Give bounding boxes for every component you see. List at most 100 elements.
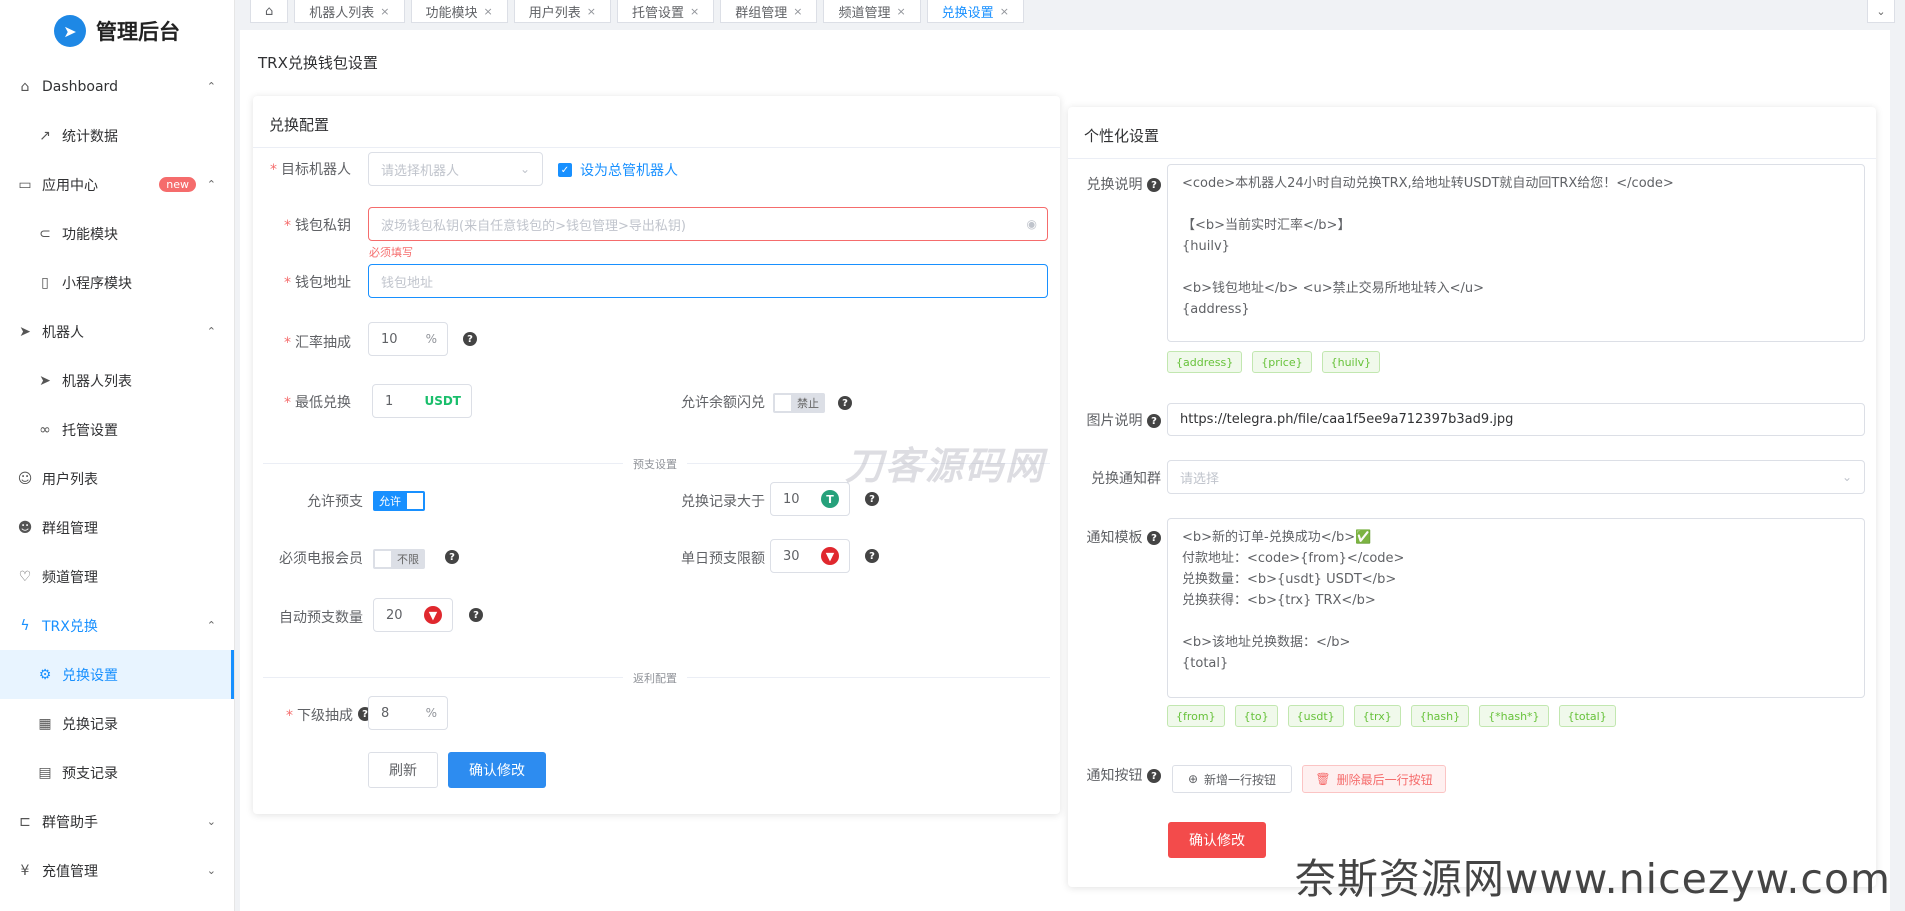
sub-rate-label: * 下级抽成 [286, 708, 353, 724]
rate-label: * 汇率抽成 [284, 335, 351, 351]
wallet-key-input[interactable]: 波场钱包私钥(来自任意钱包的>钱包管理>导出私钥) ◉ [368, 207, 1048, 241]
allow-advance-label: 允许预支 [307, 494, 363, 510]
help-icon[interactable]: ? [1147, 531, 1161, 545]
sidebar-item-hosting[interactable]: ∞ 托管设置 [0, 405, 234, 454]
sidebar-item-app-center[interactable]: ▭ 应用中心 new ⌃ [0, 160, 234, 209]
advance-divider-text: 预支设置 [623, 456, 687, 472]
sidebar-item-robot-list[interactable]: ➤ 机器人列表 [0, 356, 234, 405]
daily-limit-input[interactable]: 30 ▼ [770, 539, 850, 573]
trx-icon: ▼ [821, 547, 839, 565]
tag-to[interactable]: {to} [1234, 705, 1278, 727]
set-master-checkbox[interactable]: ✓ 设为总管机器人 [558, 160, 678, 180]
tab-users[interactable]: 用户列表 × [513, 0, 611, 23]
tag-total[interactable]: {total} [1558, 705, 1616, 727]
close-icon[interactable]: × [896, 5, 905, 18]
flash-exchange-label: 允许余额闪兑 [681, 395, 765, 411]
users-icon: ☻ [17, 519, 33, 536]
home-icon: ⌂ [265, 3, 274, 19]
auto-qty-label: 自动预支数量 [279, 610, 363, 626]
notify-group-select[interactable]: 请选择 ⌄ [1167, 460, 1865, 494]
help-icon[interactable]: ? [1147, 769, 1161, 783]
img-input[interactable]: https://telegra.ph/file/caa1f5ee9a712397… [1167, 403, 1865, 436]
trash-icon: 🗑 [1315, 772, 1331, 786]
sub-rate-input[interactable]: 8% [368, 696, 448, 730]
help-icon[interactable]: ? [865, 549, 879, 563]
tab-home[interactable]: ⌂ [250, 0, 289, 23]
close-icon[interactable]: × [793, 5, 802, 18]
tag-hash[interactable]: {hash} [1410, 705, 1470, 727]
rate-input[interactable]: 10% [368, 322, 448, 356]
eye-icon[interactable]: ◉ [1027, 217, 1037, 231]
tag-address[interactable]: {address} [1167, 351, 1243, 373]
chevron-down-icon: ⌄ [1841, 470, 1852, 484]
allow-advance-switch[interactable]: 允许 [373, 491, 425, 511]
sidebar-item-groups[interactable]: ☻ 群组管理 [0, 503, 234, 552]
refresh-button[interactable]: 刷新 [368, 752, 438, 788]
tab-feature-module[interactable]: 功能模块 × [410, 0, 508, 23]
tag-from[interactable]: {from} [1167, 705, 1225, 727]
delete-last-row-button[interactable]: 🗑 删除最后一行按钮 [1302, 765, 1446, 793]
doc-icon: ▤ [38, 764, 52, 781]
tag-trx[interactable]: {trx} [1353, 705, 1401, 727]
tag-huilv[interactable]: {huilv} [1321, 351, 1381, 373]
template-textarea[interactable]: <b>新的订单-兑换成功</b>✅ 付款地址：<code>{from}</cod… [1167, 518, 1865, 698]
sidebar-item-feature-module[interactable]: ⊂ 功能模块 [0, 209, 234, 258]
plus-circle-icon: ⊕ [1187, 772, 1199, 786]
sidebar-item-group-assistant[interactable]: ⊏ 群管助手 ⌄ [0, 797, 234, 846]
notify-button-label: 通知按钮 ? [1076, 765, 1161, 785]
target-bot-select[interactable]: 请选择机器人 ⌄ [368, 152, 543, 186]
sidebar-item-stats[interactable]: ↗ 统计数据 [0, 111, 234, 160]
close-icon[interactable]: × [1000, 5, 1009, 18]
tab-exchange-settings[interactable]: 兑换设置 × [926, 0, 1024, 23]
sidebar-item-exchange-settings[interactable]: ⚙ 兑换设置 [0, 650, 234, 699]
sidebar-item-robot[interactable]: ➤ 机器人 ⌃ [0, 307, 234, 356]
sidebar-item-trx-exchange[interactable]: ϟ TRX兑换 ⌃ [0, 601, 234, 650]
confirm-exchange-button[interactable]: 确认修改 [448, 752, 546, 788]
help-icon[interactable]: ? [463, 332, 477, 346]
tabs-dropdown-button[interactable]: ⌄ [1867, 0, 1895, 23]
tab-groups[interactable]: 群组管理 × [720, 0, 818, 23]
close-icon[interactable]: × [380, 5, 389, 18]
gear-icon: ⚙ [38, 666, 52, 683]
help-icon[interactable]: ? [865, 492, 879, 506]
trx-icon: ▼ [424, 606, 442, 624]
add-button-row-button[interactable]: ⊕ 新增一行按钮 [1172, 765, 1292, 793]
tag-usdt[interactable]: {usdt} [1287, 705, 1344, 727]
sidebar-item-users[interactable]: ☺ 用户列表 [0, 454, 234, 503]
tab-channels[interactable]: 频道管理 × [823, 0, 921, 23]
min-exchange-input[interactable]: 1 USDT [372, 384, 472, 418]
close-icon[interactable]: × [587, 5, 596, 18]
sidebar-item-dashboard[interactable]: ⌂ Dashboard ⌃ [0, 62, 234, 111]
wallet-addr-label: * 钱包地址 [284, 275, 351, 291]
help-icon[interactable]: ? [838, 396, 852, 410]
sidebar-item-miniapp-module[interactable]: ▯ 小程序模块 [0, 258, 234, 307]
confirm-personalization-button[interactable]: 确认修改 [1168, 822, 1266, 858]
tab-hosting[interactable]: 托管设置 × [616, 0, 715, 23]
flash-exchange-switch[interactable]: 禁止 [773, 393, 825, 413]
must-tg-switch[interactable]: 不限 [373, 549, 425, 569]
chevron-up-icon: ⌃ [206, 178, 216, 191]
new-badge: new [159, 177, 196, 192]
desc-textarea[interactable]: <code>本机器人24小时自动兑换TRX,给地址转USDT就自动回TRX给您！… [1167, 164, 1865, 342]
tab-robot-list[interactable]: 机器人列表 × [294, 0, 405, 23]
tag-price[interactable]: {price} [1252, 351, 1312, 373]
close-icon[interactable]: × [484, 5, 493, 18]
help-icon[interactable]: ? [469, 608, 483, 622]
auto-qty-input[interactable]: 20 ▼ [373, 598, 453, 632]
help-icon[interactable]: ? [445, 550, 459, 564]
wallet-addr-input[interactable]: 钱包地址 [368, 264, 1048, 298]
help-icon[interactable]: ? [1147, 414, 1161, 428]
close-icon[interactable]: × [690, 5, 699, 18]
sidebar-item-channels[interactable]: ♡ 频道管理 [0, 552, 234, 601]
chevron-down-icon: ⌄ [519, 162, 530, 176]
sidebar-item-recharge[interactable]: ¥ 充值管理 ⌄ [0, 846, 234, 895]
sidebar-item-exchange-records[interactable]: ▦ 兑换记录 [0, 699, 234, 748]
sidebar-item-advance-records[interactable]: ▤ 预支记录 [0, 748, 234, 797]
link-icon: ∞ [39, 421, 51, 438]
tag-hash-masked[interactable]: {*hash*} [1479, 705, 1549, 727]
records-gt-input[interactable]: 10 T [770, 482, 850, 516]
help-icon[interactable]: ? [1147, 178, 1161, 192]
rebate-divider-text: 返利配置 [623, 670, 687, 686]
user-icon: ☺ [17, 470, 33, 487]
watermark-bottom: 奈斯资源网www.nicezyw.com [1294, 855, 1891, 903]
